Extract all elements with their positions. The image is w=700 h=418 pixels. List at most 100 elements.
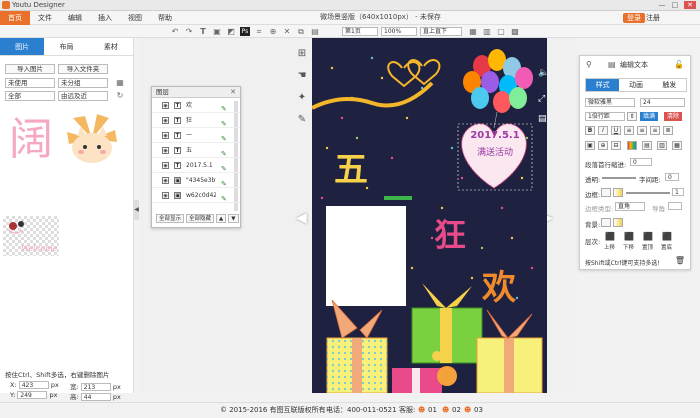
layer-row[interactable]: ◉ T 欢 ✎ <box>152 98 240 113</box>
tab-layout[interactable]: 布局 <box>44 38 88 55</box>
maximize-icon[interactable]: □ <box>672 1 679 9</box>
paste-icon[interactable]: ▤ <box>310 27 320 36</box>
ruler-icon[interactable]: ▥ <box>482 27 492 36</box>
minimize-icon[interactable]: — <box>659 1 666 9</box>
delete-icon[interactable]: ✕ <box>282 27 292 36</box>
eye-icon[interactable]: ◉ <box>162 177 169 184</box>
layer-row[interactable]: ◉ T 五 ✎ <box>152 143 240 158</box>
bold-icon[interactable]: B <box>585 126 595 135</box>
image-icon[interactable]: ▣ <box>212 27 222 36</box>
fill-button[interactable]: 填满 <box>640 112 659 121</box>
brush-icon[interactable]: ✎ <box>296 114 308 126</box>
pin-icon[interactable]: ⚲ <box>586 60 592 69</box>
line-height-up-icon[interactable]: ⇕ <box>627 112 637 121</box>
eye-icon[interactable]: ◉ <box>162 162 169 169</box>
fullscreen-icon[interactable]: ⤢ <box>538 94 545 104</box>
w-input[interactable]: 213 <box>80 383 111 391</box>
show-all-button[interactable]: 全部显示 <box>156 214 185 223</box>
justify-icon[interactable]: ≣ <box>663 126 673 135</box>
border-color-icon[interactable] <box>613 188 623 197</box>
trash-icon[interactable]: 🗑 <box>675 256 685 265</box>
import-image-button[interactable]: 导入图片 <box>5 64 55 74</box>
import-folder-button[interactable]: 导入文件夹 <box>58 64 108 74</box>
opacity-slider[interactable] <box>602 177 636 179</box>
radius-input[interactable] <box>668 202 682 210</box>
font-family-select[interactable]: 微软雅黑 <box>585 98 635 107</box>
menu-home[interactable]: 首页 <box>0 10 30 25</box>
menu-edit[interactable]: 编辑 <box>60 11 90 25</box>
align-left-icon[interactable]: ≡ <box>624 126 634 135</box>
prev-page-arrow-icon[interactable]: ◀ <box>296 210 307 226</box>
menu-help[interactable]: 帮助 <box>150 11 180 25</box>
layers-close-icon[interactable]: ✕ <box>230 87 236 98</box>
save-icon[interactable]: ▩ <box>510 27 520 36</box>
italic-icon[interactable]: I <box>598 126 608 135</box>
zoom-select[interactable]: 100% <box>381 27 417 36</box>
crop-icon[interactable]: ⌗ <box>254 27 264 36</box>
underline-icon[interactable]: U <box>611 126 621 135</box>
ps-icon[interactable]: Ps <box>240 27 250 36</box>
align-center-icon[interactable]: ≡ <box>637 126 647 135</box>
poster-date[interactable]: 2017.5.1 <box>467 130 523 141</box>
add-page-icon[interactable]: ⊞ <box>296 48 308 60</box>
hide-all-button[interactable]: 全部隐藏 <box>186 214 215 223</box>
thumbnail-cat[interactable] <box>63 110 121 168</box>
text-box-icon[interactable]: ▣ <box>585 141 595 150</box>
thumbnail-welcome[interactable]: Welcome <box>3 216 59 256</box>
tab-materials[interactable]: 素材 <box>89 38 133 55</box>
service-1[interactable]: 01 <box>428 403 437 418</box>
border-width-slider[interactable] <box>626 192 670 194</box>
eye-icon[interactable]: ◉ <box>162 132 169 139</box>
line-height-select[interactable]: 1倍行距 <box>585 112 625 121</box>
move-up-icon[interactable]: ⬛ <box>605 232 615 241</box>
unlock-icon[interactable]: 🔓 <box>674 60 684 69</box>
send-back-icon[interactable]: ⬛ <box>662 232 672 241</box>
shadow-icon[interactable]: ▦ <box>672 141 682 150</box>
magic-icon[interactable]: ✦ <box>296 92 308 104</box>
tab-images[interactable]: 图片 <box>0 38 45 55</box>
grid-view-icon[interactable]: ▦ <box>115 78 125 87</box>
poster-canvas[interactable]: 2017.5.1 满送活动 五 狂 欢 🔈 ⤢ ▤ <box>312 38 547 393</box>
layer-row[interactable]: ◉▣"4345e3bf...✎ <box>152 173 240 188</box>
align-select[interactable]: 直上直下 <box>420 27 462 36</box>
menu-view[interactable]: 视图 <box>120 11 150 25</box>
used-filter-select[interactable]: 未使用 <box>5 78 55 88</box>
border-toggle[interactable] <box>601 188 611 197</box>
layer-row[interactable]: ◉ T 2017.5.1 ✎ <box>152 158 240 173</box>
layer-row[interactable]: ◉▣w62c0d42e...✎ <box>152 188 240 203</box>
bring-front-icon[interactable]: ⬛ <box>643 232 653 241</box>
h-input[interactable]: 44 <box>80 393 111 401</box>
grid-icon[interactable]: ▦ <box>468 27 478 36</box>
wrap-icon[interactable]: ⊟ <box>611 141 621 150</box>
x-input[interactable]: 423 <box>18 381 49 389</box>
shape-icon[interactable]: ◩ <box>226 27 236 36</box>
text-icon[interactable]: T <box>198 27 208 36</box>
all-filter-select[interactable]: 全部 <box>5 91 55 101</box>
tab-style[interactable]: 样式 <box>586 79 620 91</box>
layer-row[interactable]: ◉ T 狂 ✎ <box>152 113 240 128</box>
border-width-input[interactable]: 1 <box>672 188 684 196</box>
poster-char-five[interactable]: 五 <box>334 142 368 191</box>
tab-animation[interactable]: 动画 <box>619 79 652 91</box>
sort-select[interactable]: 由远及近 <box>58 91 108 101</box>
undo-icon[interactable]: ↶ <box>170 27 180 36</box>
background-toggle[interactable] <box>601 218 611 227</box>
service-2[interactable]: 02 <box>452 403 461 418</box>
copy-icon[interactable]: ⧉ <box>296 27 306 36</box>
close-icon[interactable]: ✕ <box>684 1 696 9</box>
tab-trigger[interactable]: 触发 <box>653 79 686 91</box>
group-filter-select[interactable]: 未分组 <box>58 78 108 88</box>
service-3[interactable]: 03 <box>474 403 483 418</box>
layer-row[interactable]: ◉ T 一 ✎ <box>152 128 240 143</box>
eye-icon[interactable]: ◉ <box>162 117 169 124</box>
menu-insert[interactable]: 插入 <box>90 11 120 25</box>
color-palette-icon[interactable] <box>627 141 637 150</box>
letter-spacing-input[interactable]: 0 <box>665 173 679 181</box>
move-down-icon[interactable]: ⬛ <box>624 232 634 241</box>
layer-up-icon[interactable]: ▲ <box>216 214 227 223</box>
hand-icon[interactable]: ☚ <box>296 70 308 82</box>
layer-down-icon[interactable]: ▼ <box>228 214 239 223</box>
text-color-icon[interactable]: ▤ <box>642 141 652 150</box>
background-color-icon[interactable] <box>613 218 623 227</box>
eye-icon[interactable]: ◉ <box>162 192 169 199</box>
